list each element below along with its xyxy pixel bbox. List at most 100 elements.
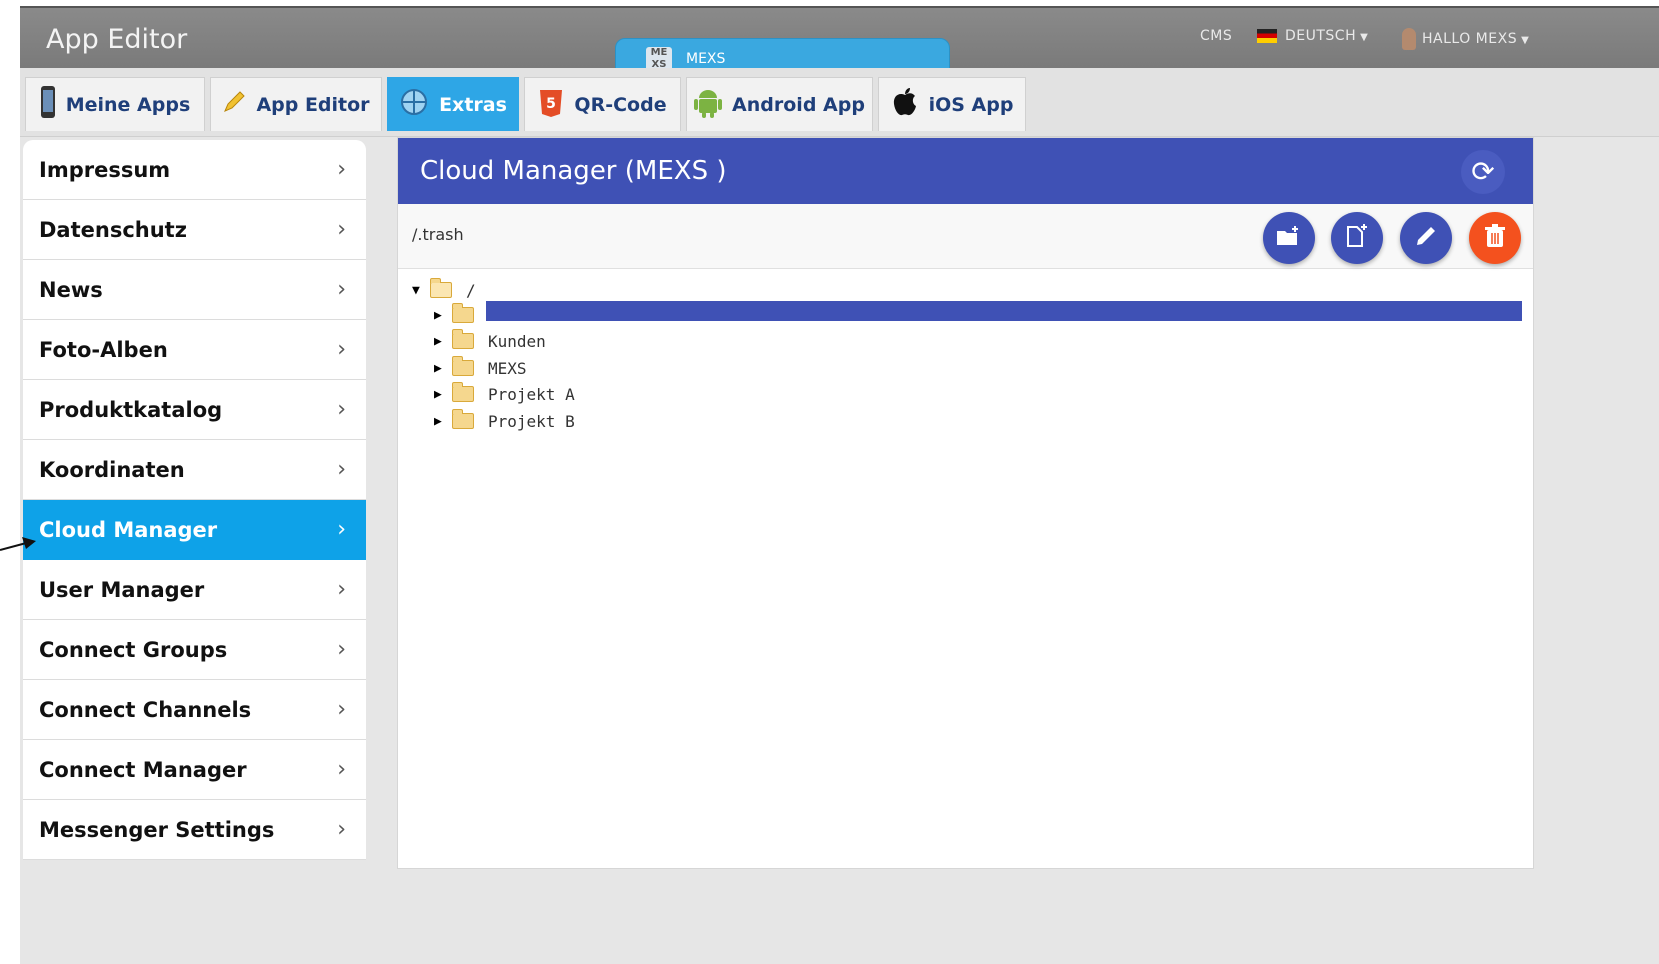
mexs-tab-label: MEXS (686, 51, 726, 67)
expand-right-icon: ▶ (434, 307, 442, 323)
chevron-right-icon: › (337, 277, 346, 302)
edit-button[interactable] (1400, 212, 1452, 264)
caret-down-icon: ▼ (1521, 35, 1530, 46)
cms-link[interactable]: CMS (1200, 28, 1232, 44)
folder-icon (452, 382, 474, 402)
top-bar: App Editor ME XS MEXS CMS DEUTSCH ▼ HALLO… (20, 6, 1659, 78)
expand-right-icon: ▶ (434, 413, 442, 429)
tab-label: Meine Apps (65, 93, 191, 116)
sidebar-item-datenschutz[interactable]: Datenschutz › (23, 200, 366, 260)
german-flag-icon (1257, 29, 1277, 43)
new-folder-icon (1275, 224, 1303, 252)
language-label: DEUTSCH (1285, 28, 1357, 44)
sidebar-item-label: Impressum (39, 157, 171, 182)
new-file-button[interactable] (1331, 212, 1383, 264)
tab-label: Android App (732, 93, 865, 116)
tree-node-label: Projekt A (488, 384, 575, 404)
tab-label: QR-Code (574, 93, 667, 116)
tree-node-mexs[interactable]: ▶ MEXS (434, 356, 527, 380)
sidebar-item-label: Koordinaten (39, 457, 185, 482)
folder-icon (452, 356, 474, 376)
sidebar-item-koordinaten[interactable]: Koordinaten › (23, 440, 366, 500)
sidebar-item-connect-manager[interactable]: Connect Manager › (23, 740, 366, 800)
caret-down-icon: ▼ (1360, 32, 1369, 43)
pencil-icon (222, 90, 246, 119)
expand-right-icon: ▶ (434, 360, 442, 376)
tree-node-label: Kunden (488, 331, 546, 351)
apple-icon (891, 87, 919, 122)
refresh-button[interactable]: ⟳ (1461, 150, 1505, 194)
folder-icon (452, 409, 474, 429)
tab-qr-code[interactable]: 5 QR-Code (524, 77, 681, 131)
chevron-right-icon: › (337, 817, 346, 842)
tree-node-label: MEXS (488, 358, 527, 378)
sidebar-item-connect-channels[interactable]: Connect Channels › (23, 680, 366, 740)
user-menu[interactable]: HALLO MEXS ▼ (1402, 28, 1529, 50)
sidebar-item-messenger-settings[interactable]: Messenger Settings › (23, 800, 366, 860)
panel-title: Cloud Manager (MEXS ) (420, 156, 727, 186)
tab-extras[interactable]: Extras (387, 77, 519, 131)
sidebar: Impressum › Datenschutz › News › Foto-Alben… (23, 140, 366, 860)
tree-node-label: Projekt B (488, 411, 575, 431)
sidebar-item-produktkatalog[interactable]: Produktkatalog › (23, 380, 366, 440)
current-path: /.trash (412, 225, 464, 244)
sidebar-item-connect-groups[interactable]: Connect Groups › (23, 620, 366, 680)
sidebar-item-label: Foto-Alben (39, 337, 168, 362)
sidebar-item-label: Produktkatalog (39, 397, 223, 422)
sidebar-item-news[interactable]: News › (23, 260, 366, 320)
expand-right-icon: ▶ (434, 386, 442, 402)
new-folder-button[interactable] (1263, 212, 1315, 264)
delete-button[interactable] (1469, 212, 1521, 264)
new-file-icon (1344, 223, 1370, 253)
refresh-icon: ⟳ (1471, 155, 1495, 188)
folder-open-icon (430, 278, 452, 298)
expand-down-icon: ▼ (412, 282, 420, 298)
app-title: App Editor (46, 24, 188, 55)
tree-node-label: / (466, 280, 476, 300)
chevron-right-icon: › (337, 517, 346, 542)
tab-meine-apps[interactable]: Meine Apps (25, 77, 205, 131)
folder-icon (452, 329, 474, 349)
chevron-right-icon: › (337, 577, 346, 602)
folder-icon (452, 303, 474, 323)
tab-app-editor[interactable]: App Editor (210, 77, 382, 131)
sidebar-item-label: Datenschutz (39, 217, 187, 242)
language-selector[interactable]: DEUTSCH ▼ (1257, 28, 1368, 44)
sidebar-item-cloud-manager[interactable]: Cloud Manager › (23, 500, 366, 560)
tree-node-projekt-a[interactable]: ▶ Projekt A (434, 382, 575, 406)
sidebar-item-impressum[interactable]: Impressum › (23, 140, 366, 200)
sidebar-item-label: Connect Manager (39, 757, 247, 782)
tree-node-kunden[interactable]: ▶ Kunden (434, 329, 546, 353)
main-tabs: Meine Apps App Editor Extras 5 QR-Code A… (20, 68, 1659, 137)
chevron-right-icon: › (337, 337, 346, 362)
html5-icon: 5 (538, 86, 564, 123)
pointer-arrow-icon (0, 530, 40, 558)
tab-ios-app[interactable]: iOS App (878, 77, 1026, 131)
sidebar-item-label: News (39, 277, 103, 302)
pencil-icon (1414, 224, 1438, 252)
user-greeting: HALLO MEXS (1422, 31, 1518, 47)
trash-icon (1484, 224, 1506, 252)
chevron-right-icon: › (337, 697, 346, 722)
tree-node-projekt-b[interactable]: ▶ Projekt B (434, 409, 575, 433)
selected-row-highlight (486, 301, 1522, 321)
android-icon (694, 86, 723, 123)
cloud-manager-panel: Cloud Manager (MEXS ) ⟳ /.trash ▼ / ▶ ▶ … (397, 137, 1534, 869)
chevron-right-icon: › (337, 757, 346, 782)
sidebar-item-label: Cloud Manager (39, 517, 218, 542)
sidebar-item-label: User Manager (39, 577, 205, 602)
tab-label: Extras (439, 93, 507, 116)
tree-node-selected[interactable]: ▶ (434, 303, 488, 327)
sidebar-item-user-manager[interactable]: User Manager › (23, 560, 366, 620)
panel-header: Cloud Manager (MEXS ) ⟳ (398, 138, 1533, 204)
tree-node-root[interactable]: ▼ / (412, 278, 476, 302)
sidebar-item-foto-alben[interactable]: Foto-Alben › (23, 320, 366, 380)
tab-android-app[interactable]: Android App (686, 77, 873, 131)
chevron-right-icon: › (337, 217, 346, 242)
chevron-right-icon: › (337, 397, 346, 422)
sidebar-item-label: Messenger Settings (39, 817, 275, 842)
phone-icon (40, 85, 56, 124)
chevron-right-icon: › (337, 157, 346, 182)
globe-icon (399, 87, 429, 122)
path-bar: /.trash (398, 204, 1533, 269)
